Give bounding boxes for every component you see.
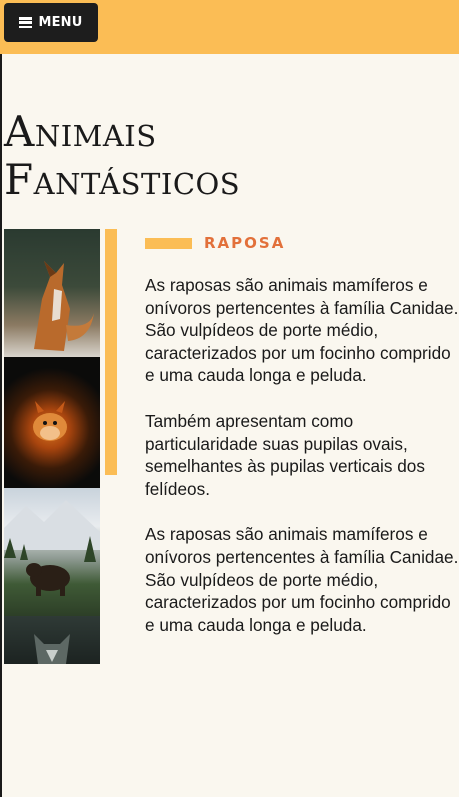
section-tag-line xyxy=(145,238,192,249)
paragraph-1: As raposas são animais mamíferos e onívo… xyxy=(145,275,459,386)
red-squirrel-photo[interactable] xyxy=(4,357,100,488)
bear-photo[interactable] xyxy=(4,488,100,616)
page-title-line1: Animais xyxy=(4,107,157,156)
section-tag: RAPOSA xyxy=(204,234,286,252)
paragraph-3: As raposas são animais mamíferos e onívo… xyxy=(145,524,459,635)
animal-photo-gallery xyxy=(4,229,100,664)
section-content: As raposas são animais mamíferos e onívo… xyxy=(145,274,459,659)
menu-button-label: MENU xyxy=(38,15,83,30)
hamburger-icon xyxy=(19,17,33,28)
fox-photo[interactable] xyxy=(4,229,100,357)
left-border-line xyxy=(0,0,2,797)
top-header-bar: MENU xyxy=(0,0,459,54)
paragraph-2: Também apresentam como particularidade s… xyxy=(145,410,425,499)
page-title: Animais Fantásticos xyxy=(4,108,240,204)
accent-bar xyxy=(105,229,117,475)
menu-button[interactable]: MENU xyxy=(4,3,98,42)
wolf-photo[interactable] xyxy=(4,616,100,664)
page-title-line2: Fantásticos xyxy=(4,155,241,204)
